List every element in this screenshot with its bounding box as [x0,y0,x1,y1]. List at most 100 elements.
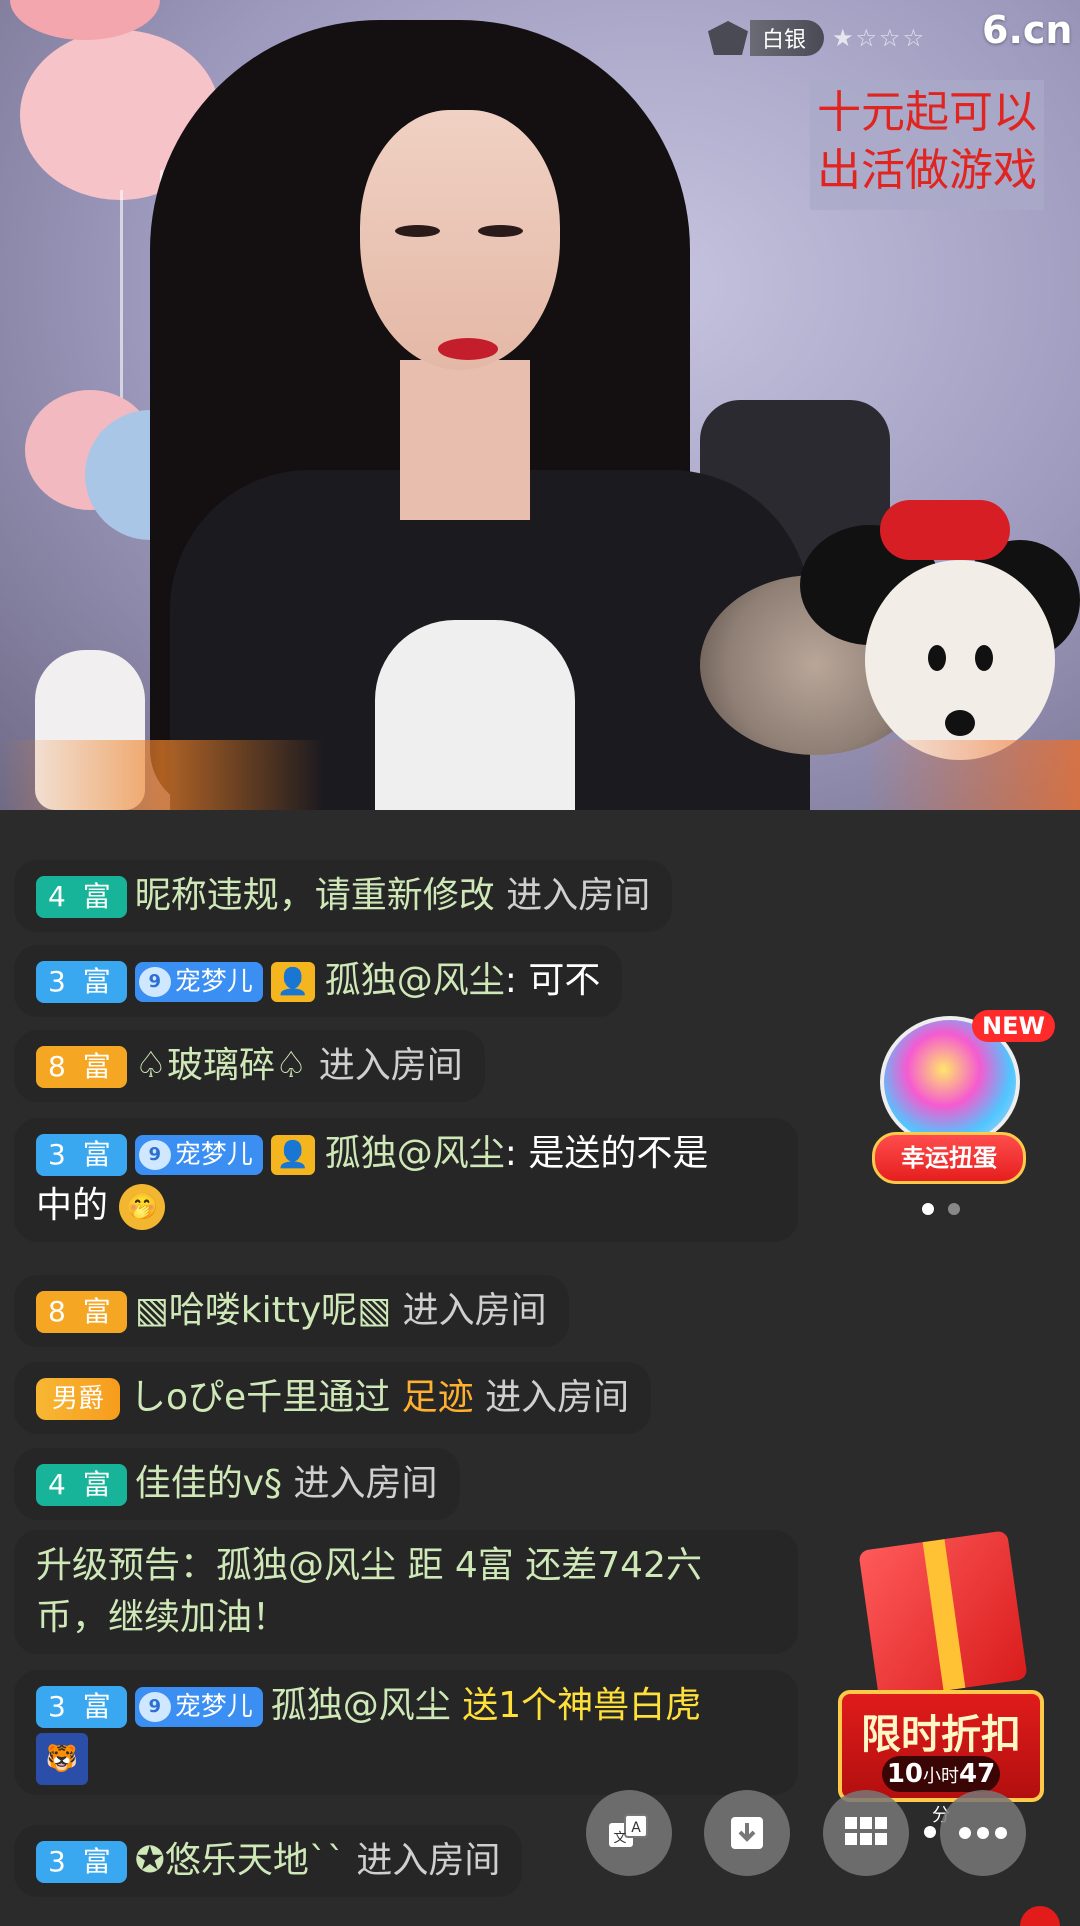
fan-heart-icon: 9 [138,967,171,997]
countdown-minutes: 47 [959,1759,996,1789]
user-icon: 👤 [270,962,315,1002]
fan-club-name: 宠梦儿 [174,1692,253,1722]
more-button[interactable] [940,1790,1026,1876]
streamer-neck [400,360,530,520]
fan-club-badge[interactable]: 9 宠梦儿 [134,1687,263,1727]
more-dots-icon [959,1827,1007,1839]
upgrade-notice-text: 币，继续加油！ [36,1597,289,1638]
wealth-level-badge[interactable]: 8 富 [36,1046,127,1088]
lucky-egg-label: 幸运扭蛋 [872,1132,1026,1184]
fan-heart-icon: 9 [138,1692,171,1722]
gift-text: 送1个神兽白虎 [462,1685,702,1726]
notice-line: 出活做游戏 [817,145,1037,196]
action-text: 进入房间 [402,1290,547,1331]
download-icon [731,1817,763,1849]
upgrade-notice-text: 升级预告：孤独@风尘 距 4富 还差742六 [36,1545,702,1586]
chat-message: 3 富 9 宠梦儿 孤独@风尘 送1个神兽白虎 🐯 [14,1670,798,1795]
svg-text:文: 文 [613,1831,626,1846]
wealth-level-badge[interactable]: 3 富 [36,1134,127,1176]
plush-mouse-eye [928,645,946,671]
limited-discount-widget[interactable]: 限时折扣 10小时47分 [838,1530,1048,1826]
user-name[interactable]: 昵称违规，请重新修改 [135,875,495,916]
system-notice: 升级预告：孤独@风尘 距 4富 还差742六 币，继续加油！ [14,1530,798,1654]
fan-club-name: 宠梦儿 [174,1140,253,1170]
user-name[interactable]: しoぴe千里 [130,1377,318,1418]
chat-message: 4 富佳佳的v§ 进入房间 [14,1448,460,1520]
action-text: 进入房间 [318,1045,463,1086]
pager-dot-active [922,1203,934,1215]
apps-button[interactable] [823,1790,909,1876]
user-name[interactable]: 佳佳的v§ [135,1463,282,1504]
plush-mouse-bow [880,500,1010,560]
chat-message: 3 富 ✪悠乐天地`` 进入房间 [14,1825,523,1897]
fan-heart-icon: 9 [138,1140,171,1170]
streamer-eye [395,225,440,237]
streamer-eye [478,225,523,237]
download-button[interactable] [704,1790,790,1876]
countdown-hours: 10 [886,1759,923,1789]
user-name[interactable]: ✪悠乐天地`` [135,1840,345,1881]
streamer-lips [438,338,498,360]
white-tiger-gift-icon: 🐯 [36,1733,88,1785]
user-name[interactable]: 孤独@风尘 [325,1133,505,1174]
user-name[interactable]: ▧哈喽kitty呢▧ [135,1290,391,1331]
chat-message: 男爵 しoぴe千里通过 足迹 进入房间 [14,1362,652,1434]
via-text: 通过 [318,1377,391,1418]
action-text: 进入房间 [506,875,651,916]
action-text: 进入房间 [356,1840,501,1881]
discount-title: 限时折扣 [861,1712,1021,1758]
flame-effect [0,740,1080,810]
wealth-level-badge[interactable]: 3 富 [36,1686,127,1728]
apps-grid-icon [845,1817,887,1845]
page-indicator-dot [924,1826,936,1838]
message-text: 是送的不是 [528,1133,709,1174]
translate-icon: A 文 [609,1814,648,1847]
shy-face-emoji-icon: 🤭 [119,1184,166,1230]
separator: : [504,960,517,1001]
translate-button[interactable]: A 文 [586,1790,672,1876]
wealth-level-badge[interactable]: 4 富 [36,876,127,918]
chat-message: 3 富 9 宠梦儿 👤 孤独@风尘: 可不 [14,945,623,1017]
wealth-level-badge[interactable]: 8 富 [36,1291,127,1333]
countdown-hours-unit: 小时 [923,1766,959,1787]
fan-club-badge[interactable]: 9 宠梦儿 [134,1135,263,1175]
live-video[interactable]: 白银 ★☆☆☆ 6.cn 十元起可以 出活做游戏 [0,0,1080,810]
rank-emblem-icon [708,21,748,55]
message-text: 中的 [36,1185,109,1226]
wealth-level-badge[interactable]: 3 富 [36,961,127,1003]
user-name[interactable]: 孤独@风尘 [325,960,505,1001]
wealth-level-badge[interactable]: 4 富 [36,1464,127,1506]
fan-club-badge[interactable]: 9 宠梦儿 [134,962,263,1002]
wealth-level-badge[interactable]: 3 富 [36,1841,127,1883]
noble-badge[interactable]: 男爵 [36,1378,121,1420]
chat-message: 3 富 9 宠梦儿 👤 孤独@风尘: 是送的不是 中的 🤭 [14,1118,798,1242]
user-icon: 👤 [270,1135,315,1175]
message-text: 可不 [528,960,601,1001]
stream-notice: 十元起可以 出活做游戏 [810,80,1044,210]
notice-line: 十元起可以 [817,87,1037,138]
user-name[interactable]: ♤玻璃碎♤ [135,1045,308,1086]
site-logo: 6.cn [982,8,1073,52]
discount-banner: 限时折扣 10小时47分 [838,1690,1044,1826]
widget-pager [922,1203,960,1215]
corner-badge [1020,1906,1060,1926]
separator: : [504,1133,517,1174]
user-name[interactable]: 孤独@风尘 [271,1685,451,1726]
svg-text:A: A [631,1820,641,1836]
footprint-link[interactable]: 足迹 [402,1377,474,1418]
action-text: 进入房间 [485,1377,630,1418]
action-text: 进入房间 [293,1463,438,1504]
plush-mouse-nose [945,710,975,736]
chat-message: 4 富昵称违规，请重新修改 进入房间 [14,860,673,932]
streamer-face [360,110,560,370]
rank-stars: ★☆☆☆ [832,24,927,52]
rank-label: 白银 [750,20,825,56]
lucky-egg-widget[interactable]: NEW 幸运扭蛋 [872,1010,1055,1190]
fan-club-name: 宠梦儿 [174,967,253,997]
new-badge: NEW [972,1010,1055,1042]
chat-message: 8 富 ▧哈喽kitty呢▧ 进入房间 [14,1275,569,1347]
pager-dot [948,1203,960,1215]
anchor-rank-badge[interactable]: 白银 ★☆☆☆ [708,20,926,56]
discount-countdown: 10小时47分 [882,1756,1000,1826]
chat-message: 8 富 ♤玻璃碎♤ 进入房间 [14,1030,485,1102]
